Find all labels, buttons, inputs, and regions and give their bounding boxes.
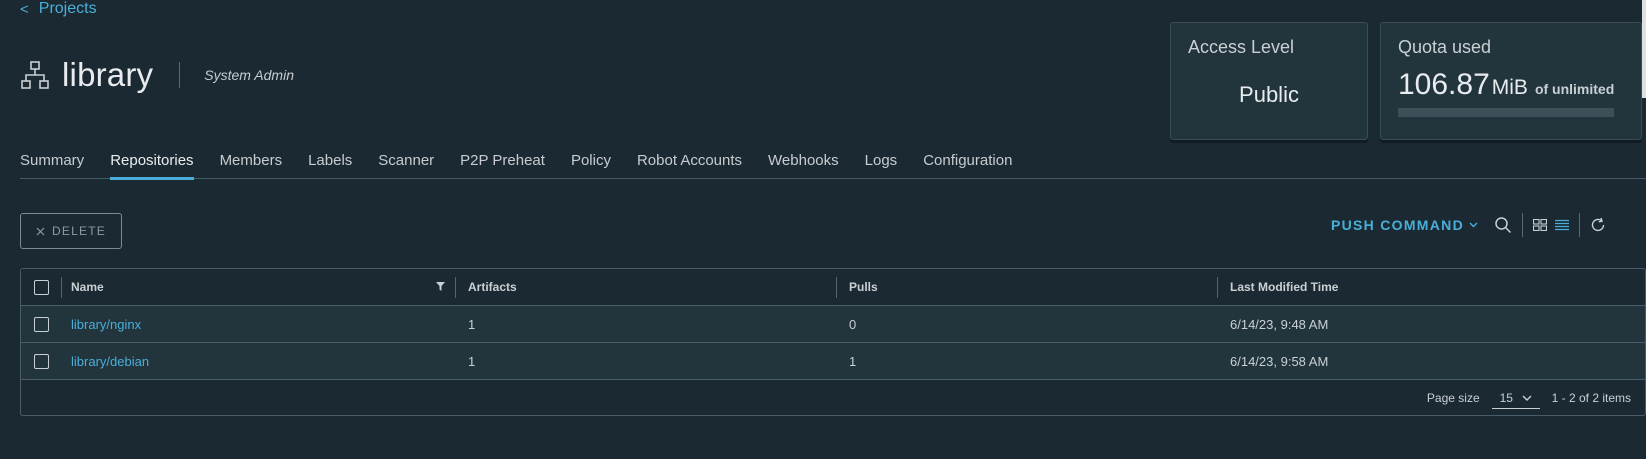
tab-repositories[interactable]: Repositories xyxy=(110,148,194,180)
column-header-modified[interactable]: Last Modified Time xyxy=(1217,269,1645,305)
page-size-label: Page size xyxy=(1426,391,1480,405)
artifacts-cell: 1 xyxy=(455,343,836,379)
modified-time: 6/14/23, 9:58 AM xyxy=(1230,353,1329,369)
refresh-icon[interactable] xyxy=(1590,217,1606,233)
column-header-pulls-label: Pulls xyxy=(849,280,878,294)
toolbar-divider xyxy=(1579,213,1580,237)
delete-button-label: DELETE xyxy=(52,224,106,238)
access-level-title: Access Level xyxy=(1188,37,1295,57)
header-divider xyxy=(179,62,181,88)
tab-scanner[interactable]: Scanner xyxy=(378,148,434,179)
row-checkbox[interactable] xyxy=(33,316,49,332)
tab-configuration[interactable]: Configuration xyxy=(923,148,1012,179)
select-all-checkbox[interactable] xyxy=(33,279,49,295)
page-size-value: 15 xyxy=(1499,390,1513,405)
quota-amount: 106.87 xyxy=(1398,68,1490,101)
list-view-icon[interactable] xyxy=(1555,219,1569,231)
card-view-icon[interactable] xyxy=(1533,219,1547,231)
quota-amount-row: 106.87 MiB of unlimited xyxy=(1398,68,1624,102)
back-chevron-icon: < xyxy=(20,0,29,18)
row-checkbox[interactable] xyxy=(33,353,49,369)
quota-card: Quota used 106.87 MiB of unlimited xyxy=(1380,22,1642,140)
quota-limit-text: of unlimited xyxy=(1534,81,1615,97)
toolbar-divider xyxy=(1522,213,1523,237)
pulls-count: 0 xyxy=(849,316,857,332)
repo-name-cell: library/debian xyxy=(61,343,455,379)
repo-name-link[interactable]: library/debian xyxy=(71,354,149,369)
modified-time: 6/14/23, 9:48 AM xyxy=(1230,316,1329,332)
chevron-down-icon xyxy=(1522,395,1532,401)
quota-unit: MiB xyxy=(1491,76,1528,99)
back-to-projects-link[interactable]: < Projects xyxy=(20,0,97,18)
quota-title: Quota used xyxy=(1398,37,1492,57)
tab-webhooks[interactable]: Webhooks xyxy=(768,148,839,179)
repositories-table: Name Artifacts Pulls Last Modified Time … xyxy=(20,268,1646,416)
table-row: library/nginx 1 0 6/14/23, 9:48 AM xyxy=(21,306,1645,343)
pulls-cell: 0 xyxy=(836,306,1217,342)
tab-robot-accounts[interactable]: Robot Accounts xyxy=(637,148,742,179)
column-header-artifacts-label: Artifacts xyxy=(468,280,517,294)
tab-policy[interactable]: Policy xyxy=(571,148,611,179)
repo-name-link[interactable]: library/nginx xyxy=(71,317,141,332)
tab-logs[interactable]: Logs xyxy=(865,148,898,179)
window-scrollbar[interactable] xyxy=(1642,0,1646,98)
project-title: library xyxy=(62,56,154,93)
table-header-row: Name Artifacts Pulls Last Modified Time xyxy=(21,269,1645,306)
filter-icon[interactable] xyxy=(436,282,445,291)
column-header-modified-label: Last Modified Time xyxy=(1230,280,1339,294)
project-hierarchy-icon xyxy=(21,61,49,89)
delete-button[interactable]: DELETE xyxy=(20,213,122,249)
tab-members[interactable]: Members xyxy=(220,148,283,179)
repo-toolbar: PUSH COMMAND xyxy=(1331,213,1610,237)
quota-progress-bar xyxy=(1398,108,1614,117)
project-tabs: Summary Repositories Members Labels Scanner P… xyxy=(20,148,1646,180)
tab-p2p-preheat[interactable]: P2P Preheat xyxy=(460,148,545,179)
pulls-cell: 1 xyxy=(836,343,1217,379)
artifacts-count: 1 xyxy=(468,316,476,332)
project-header: library System Admin xyxy=(20,56,294,94)
repo-name-cell: library/nginx xyxy=(61,306,455,342)
pulls-count: 1 xyxy=(849,353,857,369)
artifacts-cell: 1 xyxy=(455,306,836,342)
search-icon[interactable] xyxy=(1494,216,1512,234)
column-header-pulls[interactable]: Pulls xyxy=(836,269,1217,305)
row-select-cell xyxy=(21,306,61,342)
select-all-cell xyxy=(21,269,61,305)
column-header-artifacts[interactable]: Artifacts xyxy=(455,269,836,305)
tab-labels[interactable]: Labels xyxy=(308,148,352,179)
push-command-label: PUSH COMMAND xyxy=(1330,217,1464,233)
chevron-down-icon xyxy=(1469,222,1478,228)
tab-summary[interactable]: Summary xyxy=(20,148,84,179)
access-level-value: Public xyxy=(1239,82,1299,107)
push-command-dropdown[interactable]: PUSH COMMAND xyxy=(1331,217,1478,233)
table-footer: Page size 15 1 - 2 of 2 items xyxy=(21,380,1645,415)
row-select-cell xyxy=(21,343,61,379)
column-header-name[interactable]: Name xyxy=(61,269,455,305)
pagination-range: 1 - 2 of 2 items xyxy=(1551,391,1631,405)
table-row: library/debian 1 1 6/14/23, 9:58 AM xyxy=(21,343,1645,380)
close-icon xyxy=(36,227,45,235)
page-size-select[interactable]: 15 xyxy=(1491,387,1540,409)
project-role: System Admin xyxy=(204,67,294,83)
column-header-name-label: Name xyxy=(71,280,104,294)
modified-cell: 6/14/23, 9:48 AM xyxy=(1217,306,1645,342)
modified-cell: 6/14/23, 9:58 AM xyxy=(1217,343,1645,379)
access-level-card: Access Level Public xyxy=(1170,22,1368,140)
artifacts-count: 1 xyxy=(468,353,476,369)
back-link-label: Projects xyxy=(38,0,97,17)
